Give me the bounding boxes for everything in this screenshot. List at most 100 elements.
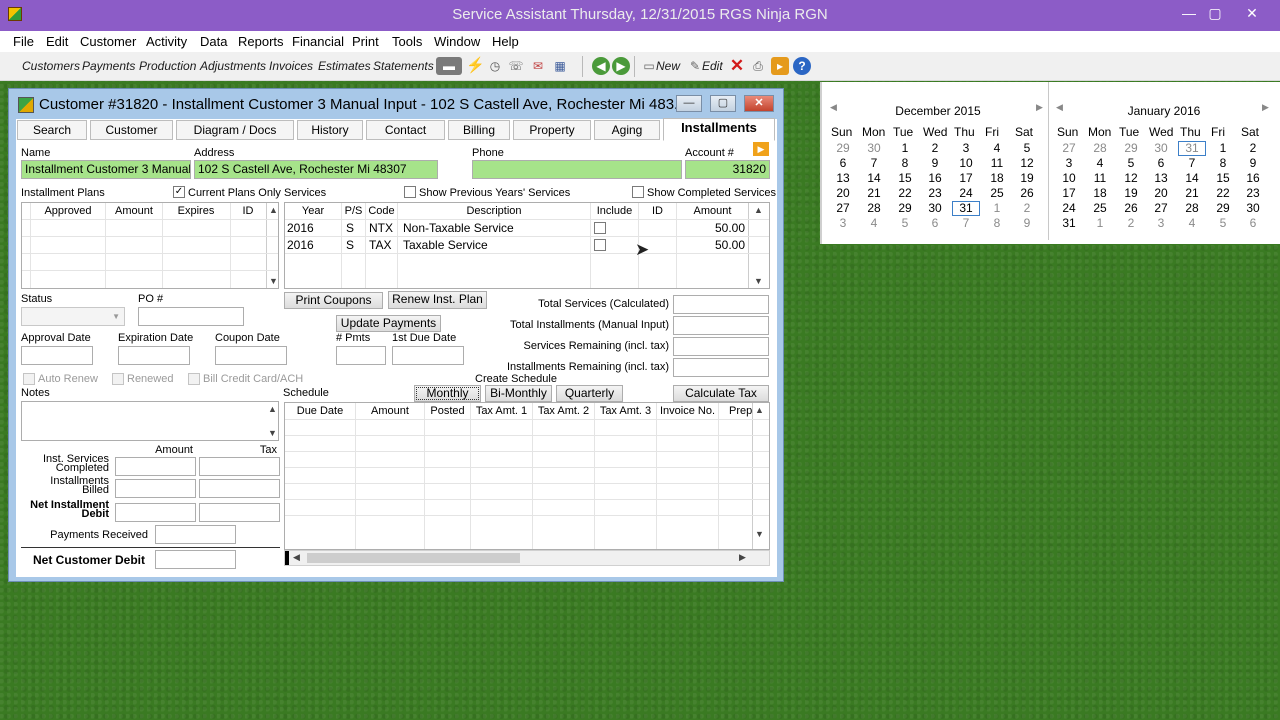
truck-icon[interactable]: ▬ [436, 57, 462, 75]
coupon-date-field[interactable] [215, 346, 287, 365]
scroll-up-icon[interactable]: ▲ [269, 205, 278, 215]
calendar-day[interactable]: 29 [1211, 201, 1235, 215]
schedule-horizontal-scrollbar[interactable]: ◀ ▶ [284, 550, 770, 566]
approval-date-field[interactable] [21, 346, 93, 365]
scroll-up-icon[interactable]: ▲ [268, 404, 277, 414]
calendar-day[interactable]: 5 [1119, 156, 1143, 170]
calendar-day[interactable]: 21 [862, 186, 886, 200]
menu-help[interactable]: Help [492, 34, 519, 49]
calendar-day[interactable]: 2 [923, 141, 947, 155]
calculate-tax-button[interactable]: Calculate Tax [673, 385, 769, 402]
installment-plans-grid[interactable]: Approved Amount Expires ID ▲ ▼ [21, 202, 279, 289]
calendar-day[interactable]: 8 [985, 216, 1009, 230]
calendar-day[interactable]: 3 [1057, 156, 1081, 170]
calendar-day[interactable]: 1 [1211, 141, 1235, 155]
forward-icon[interactable]: ▶ [612, 57, 630, 75]
bill-credit-card-checkbox[interactable] [188, 373, 200, 385]
first-due-date-field[interactable] [392, 346, 464, 365]
clock-icon[interactable]: ◷ [486, 57, 504, 75]
calendar-day[interactable]: 10 [954, 156, 978, 170]
print-coupons-button[interactable]: Print Coupons [284, 292, 383, 309]
calendar-day[interactable]: 31 [952, 201, 980, 216]
calendar-prev-icon[interactable]: ◀ [830, 102, 837, 113]
calendar-day[interactable]: 14 [1180, 171, 1204, 185]
calendar-day[interactable]: 27 [1149, 201, 1173, 215]
calendar-day[interactable]: 18 [1088, 186, 1112, 200]
menu-customer[interactable]: Customer [80, 34, 136, 49]
phone-icon[interactable]: ☏ [507, 57, 525, 75]
calendar-day[interactable]: 13 [831, 171, 855, 185]
calendar-day[interactable]: 5 [1211, 216, 1235, 230]
toolbar-production-link[interactable]: Production [139, 59, 196, 73]
calendar-day[interactable]: 17 [1057, 186, 1081, 200]
scroll-left-icon[interactable]: ◀ [293, 552, 300, 563]
calendar-day[interactable]: 26 [1015, 186, 1039, 200]
toolbar-estimates-link[interactable]: Estimates [318, 59, 371, 73]
maximize-button[interactable]: ▢ [1200, 2, 1230, 24]
calendar-day[interactable]: 28 [1180, 201, 1204, 215]
calendar-day[interactable]: 15 [893, 171, 917, 185]
calendar-day[interactable]: 7 [954, 216, 978, 230]
calendar-day[interactable]: 5 [1015, 141, 1039, 155]
tab-billing[interactable]: Billing [448, 120, 510, 140]
phone-field[interactable] [472, 160, 682, 179]
bi-monthly-button[interactable]: Bi-Monthly [485, 385, 552, 402]
scroll-right-icon[interactable]: ▶ [739, 552, 746, 563]
pmts-field[interactable] [336, 346, 386, 365]
calendar-day[interactable]: 6 [831, 156, 855, 170]
calendar-day[interactable]: 19 [1015, 171, 1039, 185]
mail-icon[interactable]: ✉ [529, 57, 547, 75]
calendar-day[interactable]: 13 [1149, 171, 1173, 185]
window-restore-button[interactable]: ▢ [710, 95, 736, 112]
calendar-day[interactable]: 3 [831, 216, 855, 230]
calendar-day[interactable]: 17 [954, 171, 978, 185]
account-field[interactable]: 31820 [685, 160, 770, 179]
po-field[interactable] [138, 307, 244, 326]
calendar-day[interactable]: 1 [985, 201, 1009, 215]
calendar-day[interactable]: 22 [893, 186, 917, 200]
print-icon[interactable]: ⎙ [749, 57, 767, 75]
calendar-day[interactable]: 4 [985, 141, 1009, 155]
show-previous-years-checkbox[interactable] [404, 186, 416, 198]
calendar-day[interactable]: 16 [923, 171, 947, 185]
renew-inst-plan-button[interactable]: Renew Inst. Plan [388, 291, 487, 309]
calendar-day[interactable]: 25 [985, 186, 1009, 200]
calendar-day[interactable]: 2 [1015, 201, 1039, 215]
calendar-day[interactable]: 3 [954, 141, 978, 155]
calendar-day[interactable]: 25 [1088, 201, 1112, 215]
calendar-day[interactable]: 24 [954, 186, 978, 200]
tab-search[interactable]: Search [17, 120, 87, 140]
expiration-date-field[interactable] [118, 346, 190, 365]
calendar-day[interactable]: 15 [1211, 171, 1235, 185]
status-select[interactable]: ▼ [21, 307, 125, 326]
calendar-day[interactable]: 29 [1119, 141, 1143, 155]
calendar-day[interactable]: 4 [862, 216, 886, 230]
scroll-down-icon[interactable]: ▼ [754, 276, 763, 286]
calendar-day[interactable]: 21 [1180, 186, 1204, 200]
calendar-day[interactable]: 23 [923, 186, 947, 200]
calendar-day[interactable]: 9 [1241, 156, 1265, 170]
menu-file[interactable]: File [13, 34, 34, 49]
menu-print[interactable]: Print [352, 34, 379, 49]
service-row-include-checkbox[interactable] [594, 222, 606, 234]
tab-contact[interactable]: Contact [366, 120, 445, 140]
calendar-day[interactable]: 8 [893, 156, 917, 170]
help-icon[interactable]: ? [793, 57, 811, 75]
calendar-day[interactable]: 2 [1119, 216, 1143, 230]
calendar-day[interactable]: 11 [985, 156, 1009, 170]
schedule-grid[interactable]: Due Date Amount Posted Tax Amt. 1 Tax Am… [284, 402, 770, 550]
account-lookup-icon[interactable]: ▶ [753, 142, 769, 156]
toolbar-edit-button[interactable]: Edit [702, 59, 723, 73]
calendar-day[interactable]: 30 [923, 201, 947, 215]
calendar-day[interactable]: 1 [1088, 216, 1112, 230]
tab-customer[interactable]: Customer [90, 120, 173, 140]
calendar-day[interactable]: 12 [1119, 171, 1143, 185]
calendar-day[interactable]: 16 [1241, 171, 1265, 185]
back-icon[interactable]: ◀ [592, 57, 610, 75]
tab-history[interactable]: History [297, 120, 363, 140]
calendar-day[interactable]: 30 [1149, 141, 1173, 155]
menu-edit[interactable]: Edit [46, 34, 68, 49]
calendar-day[interactable]: 29 [831, 141, 855, 155]
calendar-day[interactable]: 29 [893, 201, 917, 215]
services-grid[interactable]: Year P/S Code Description Include ID Amo… [284, 202, 770, 289]
